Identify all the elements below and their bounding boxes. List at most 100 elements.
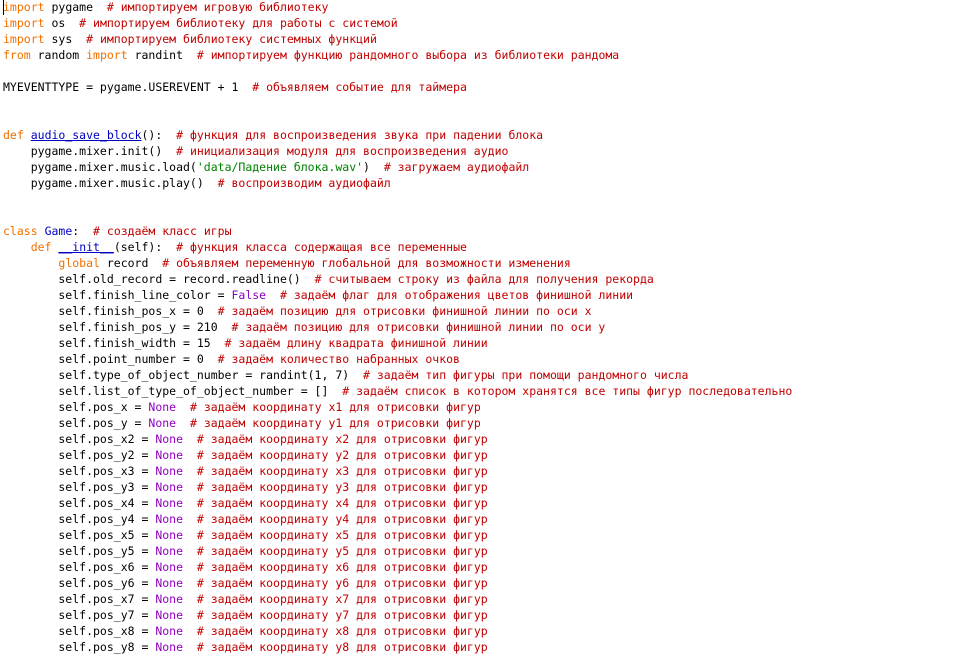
comment-token: # импортируем библиотеку для работы с си… [79,16,398,30]
comment-token: # функция класса содержащая все переменн… [176,240,467,254]
code-line[interactable]: pygame.mixer.music.play() # воспроизводи… [3,175,792,191]
code-token: randint [127,48,197,62]
code-line[interactable]: self.finish_width = 15 # задаём длину кв… [3,335,792,351]
code-line[interactable]: def __init__(self): # функция класса сод… [3,239,792,255]
code-token: pygame.mixer.music.load( [3,160,197,174]
code-line[interactable] [3,63,792,79]
code-line[interactable]: self.pos_y = None # задаём координату y1… [3,415,792,431]
code-line[interactable] [3,111,792,127]
code-token: MYEVENTTYPE = pygame.USEREVENT + 1 [3,80,253,94]
code-line[interactable]: def audio_save_block(): # функция для во… [3,127,792,143]
comment-token: # задаём флаг для отображения цветов фин… [279,288,634,302]
string-token: 'data/Падение блока.wav' [196,160,364,174]
keyword-token: def [3,128,24,142]
comment-token: # импортируем игровую библиотеку [106,0,329,14]
code-token: self.type_of_object_number = randint(1, … [3,368,364,382]
code-editor[interactable]: import pygame # импортируем игровую библ… [0,0,955,660]
code-token: self.pos_x4 = [3,496,156,510]
constant-token: None [155,528,184,542]
keyword-token: class [3,224,38,238]
code-line[interactable]: class Game: # создаём класс игры [3,223,792,239]
code-line[interactable]: self.pos_y6 = None # задаём координату y… [3,575,792,591]
constant-token: None [148,400,177,414]
comment-token: # задаём координату x8 для отрисовки фиг… [196,624,488,638]
comment-token: # задаём координату x3 для отрисовки фиг… [196,464,488,478]
code-line[interactable]: MYEVENTTYPE = pygame.USEREVENT + 1 # объ… [3,79,792,95]
comment-token: # задаём координату y5 для отрисовки фиг… [196,544,488,558]
code-token: (): [141,128,177,142]
code-token: self.finish_line_color = [3,288,232,302]
code-line[interactable]: from random import randint # импортируем… [3,47,792,63]
code-line[interactable]: self.finish_pos_x = 0 # задаём позицию д… [3,303,792,319]
code-line[interactable]: self.pos_y8 = None # задаём координату y… [3,639,792,655]
function-name-token: audio_save_block [30,128,142,142]
text-cursor [3,0,4,15]
comment-token: # считываем строку из файла для получени… [314,272,654,286]
code-line[interactable]: self.pos_x2 = None # задаём координату x… [3,431,792,447]
constant-token: None [155,496,184,510]
code-token: sys [44,32,87,46]
comment-token: # задаём координату x1 для отрисовки фиг… [189,400,481,414]
code-line[interactable]: self.pos_x = None # задаём координату x1… [3,399,792,415]
keyword-token: import [3,32,45,46]
code-line[interactable]: self.finish_line_color = False # задаём … [3,287,792,303]
constant-token: None [155,448,184,462]
code-line[interactable]: pygame.mixer.init() # инициализация моду… [3,143,792,159]
constant-token: False [231,288,267,302]
code-line[interactable]: self.pos_x3 = None # задаём координату x… [3,463,792,479]
code-line[interactable]: self.list_of_type_of_object_number = [] … [3,383,792,399]
comment-token: # задаём длину квадрата финишной линии [224,336,488,350]
constant-token: None [155,480,184,494]
code-line[interactable]: self.pos_y4 = None # задаём координату y… [3,511,792,527]
comment-token: # импортируем функцию рандомного выбора … [196,48,620,62]
code-line[interactable] [3,95,792,111]
constant-token: None [155,640,184,654]
code-token: self.list_of_type_of_object_number = [] [3,384,343,398]
code-line[interactable]: import os # импортируем библиотеку для р… [3,15,792,31]
constant-token: None [155,432,184,446]
code-token: self.pos_y6 = [3,576,156,590]
code-line[interactable]: self.finish_pos_y = 210 # задаём позицию… [3,319,792,335]
code-token: self.finish_pos_x = 0 [3,304,218,318]
code-line[interactable]: self.pos_x6 = None # задаём координату x… [3,559,792,575]
constant-token: None [155,560,184,574]
code-token: self.pos_y7 = [3,608,156,622]
code-line[interactable]: self.pos_y7 = None # задаём координату y… [3,607,792,623]
code-line[interactable]: self.pos_x4 = None # задаём координату x… [3,495,792,511]
keyword-token: global [58,256,100,270]
code-line[interactable] [3,191,792,207]
code-token: random [30,48,87,62]
class-name-token: Game [44,224,73,238]
code-token: record [99,256,163,270]
constant-token: None [155,592,184,606]
comment-token: # воспроизводим аудиофайл [217,176,391,190]
code-token: self.pos_y4 = [3,512,156,526]
code-line[interactable]: pygame.mixer.music.load('data/Падение бл… [3,159,792,175]
code-area[interactable]: import pygame # импортируем игровую библ… [3,0,792,655]
code-line[interactable]: self.point_number = 0 # задаём количеств… [3,351,792,367]
code-line[interactable]: self.pos_x7 = None # задаём координату x… [3,591,792,607]
comment-token: # задаём координату y1 для отрисовки фиг… [189,416,481,430]
code-line[interactable]: self.type_of_object_number = randint(1, … [3,367,792,383]
code-token: self.pos_x3 = [3,464,156,478]
code-line[interactable]: self.old_record = record.readline() # сч… [3,271,792,287]
code-line[interactable]: self.pos_y2 = None # задаём координату y… [3,447,792,463]
code-line[interactable]: global record # объявляем переменную гло… [3,255,792,271]
code-line[interactable]: self.pos_y5 = None # задаём координату y… [3,543,792,559]
code-line[interactable]: self.pos_x8 = None # задаём координату x… [3,623,792,639]
code-line[interactable]: self.pos_x5 = None # задаём координату x… [3,527,792,543]
code-line[interactable]: import sys # импортируем библиотеку сист… [3,31,792,47]
code-line[interactable]: import pygame # импортируем игровую библ… [3,0,792,15]
code-line[interactable] [3,207,792,223]
code-token: : [72,224,94,238]
code-line[interactable]: self.pos_y3 = None # задаём координату y… [3,479,792,495]
